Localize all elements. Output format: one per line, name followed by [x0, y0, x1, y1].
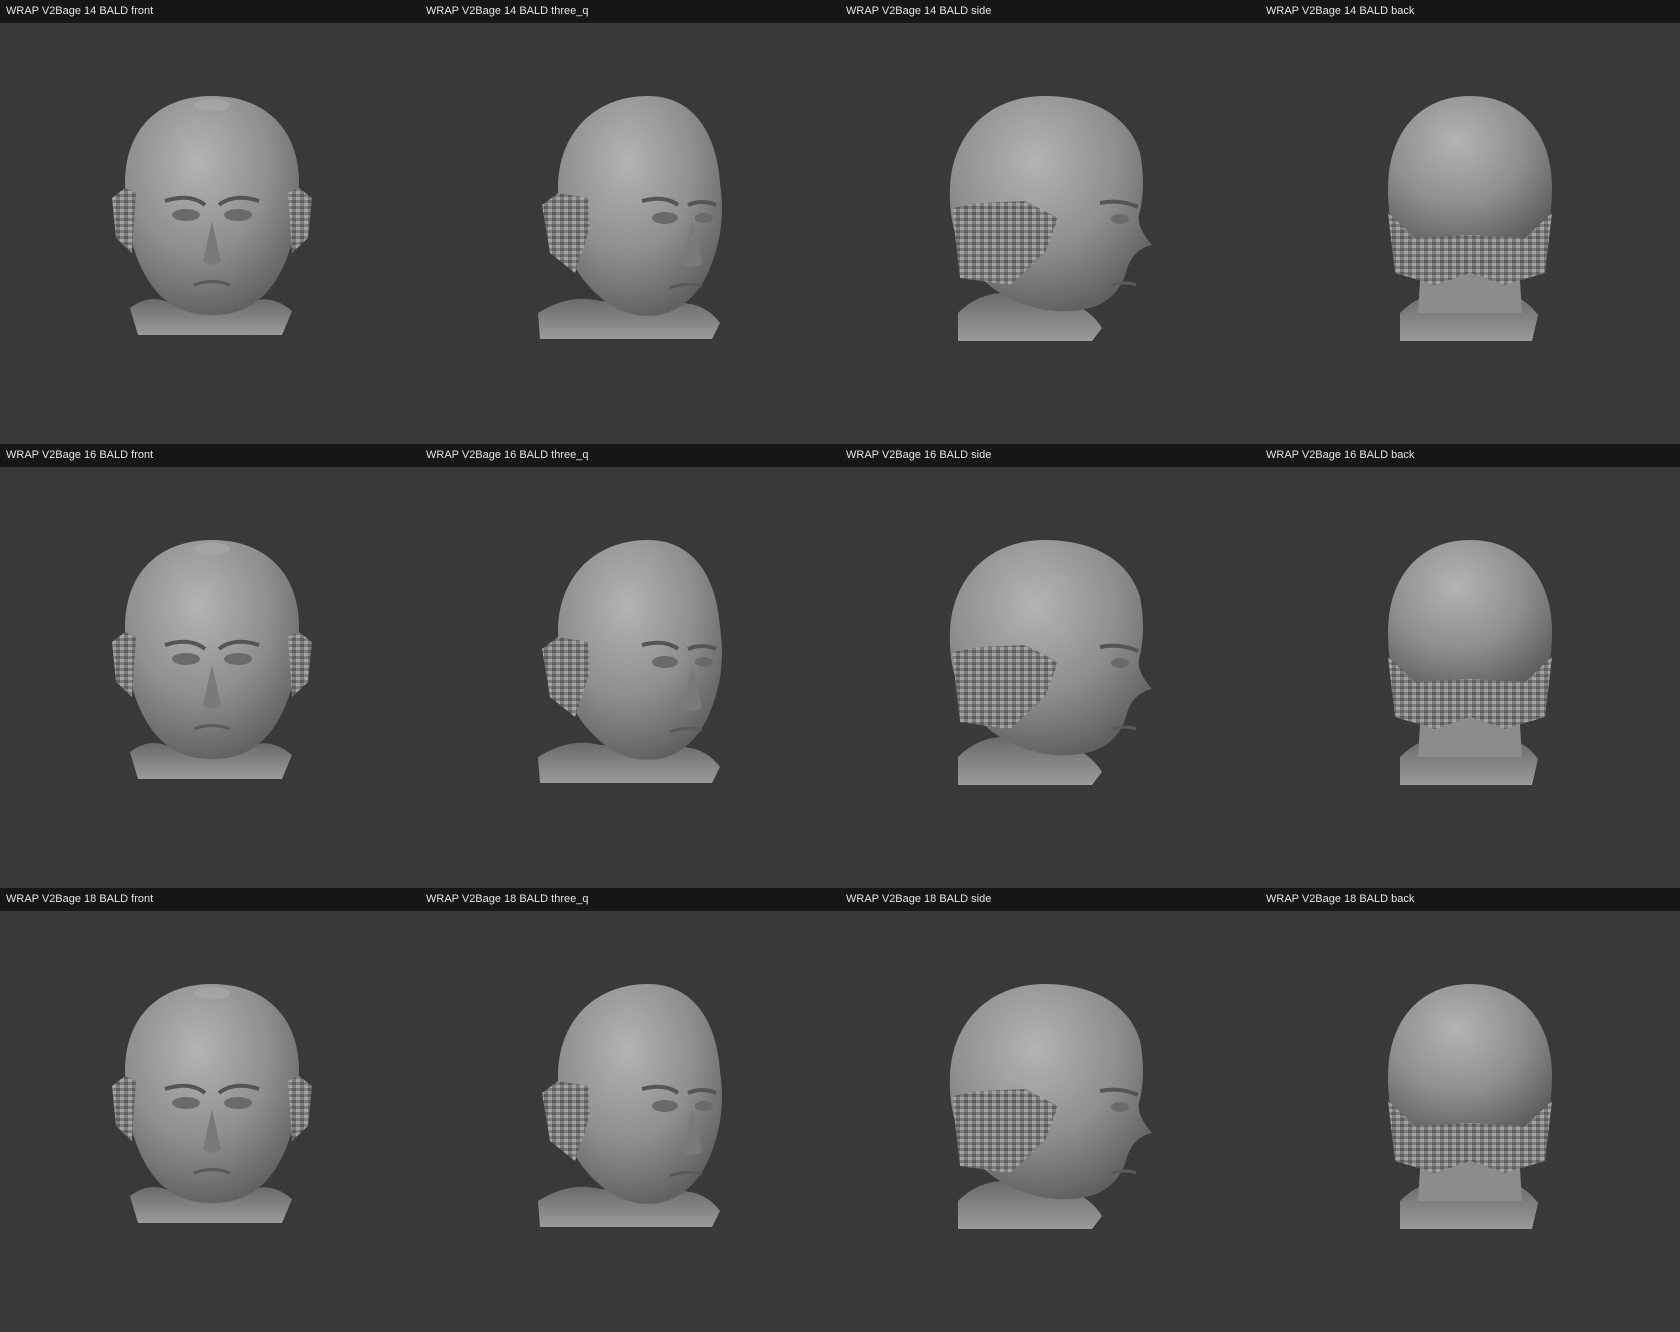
render-viewport	[1260, 467, 1680, 888]
render-label-bar: WRAP V2Bage 14 BALD three_q	[420, 0, 840, 23]
render-label: WRAP V2Bage 14 BALD side	[846, 5, 992, 17]
left-ear-rough	[112, 188, 136, 253]
crown-mark	[194, 99, 230, 111]
render-label-bar: WRAP V2Bage 16 BALD side	[840, 444, 1260, 467]
head-render-side	[949, 984, 1152, 1229]
render-viewport	[0, 467, 420, 888]
head-render-back	[1388, 984, 1552, 1229]
render-cell-age14-side: WRAP V2Bage 14 BALD side	[840, 0, 1260, 444]
render-viewport	[420, 911, 840, 1332]
head-render-back	[1388, 540, 1552, 785]
render-cell-age16-back: WRAP V2Bage 16 BALD back	[1260, 444, 1680, 888]
skull	[1388, 96, 1552, 249]
crown-mark	[194, 987, 230, 999]
render-label: WRAP V2Bage 14 BALD back	[1266, 5, 1415, 17]
skull	[1388, 540, 1552, 693]
render-label: WRAP V2Bage 18 BALD three_q	[426, 893, 589, 905]
right-ear-rough	[288, 632, 312, 697]
right-ear-rough	[288, 1076, 312, 1141]
left-eye	[172, 653, 200, 665]
render-viewport	[840, 23, 1260, 444]
render-label: WRAP V2Bage 16 BALD side	[846, 449, 992, 461]
render-viewport	[420, 467, 840, 888]
render-label: WRAP V2Bage 18 BALD back	[1266, 893, 1415, 905]
render-cell-age16-three-q: WRAP V2Bage 16 BALD three_q	[420, 444, 840, 888]
render-cell-age18-three-q: WRAP V2Bage 18 BALD three_q	[420, 888, 840, 1332]
render-label-bar: WRAP V2Bage 14 BALD side	[840, 0, 1260, 23]
render-cell-age16-front: WRAP V2Bage 16 BALD front	[0, 444, 420, 888]
render-label: WRAP V2Bage 14 BALD three_q	[426, 5, 589, 17]
render-viewport	[840, 467, 1260, 888]
head-render-back	[1388, 96, 1552, 341]
render-viewport	[840, 911, 1260, 1332]
render-viewport	[0, 23, 420, 444]
render-label-bar: WRAP V2Bage 16 BALD front	[0, 444, 420, 467]
render-label: WRAP V2Bage 18 BALD front	[6, 893, 154, 905]
head-render-front	[112, 540, 312, 779]
crown-mark	[194, 543, 230, 555]
eye	[1111, 658, 1129, 668]
eye	[695, 1101, 713, 1111]
render-label: WRAP V2Bage 14 BALD front	[6, 5, 154, 17]
render-viewport	[0, 911, 420, 1332]
render-label: WRAP V2Bage 18 BALD side	[846, 893, 992, 905]
render-label-bar: WRAP V2Bage 18 BALD front	[0, 888, 420, 911]
head-render-front	[112, 984, 312, 1223]
render-label-bar: WRAP V2Bage 16 BALD three_q	[420, 444, 840, 467]
eye	[695, 213, 713, 223]
render-label-bar: WRAP V2Bage 14 BALD back	[1260, 0, 1680, 23]
left-eye	[172, 209, 200, 221]
eye	[1111, 214, 1129, 224]
render-grid: WRAP V2Bage 14 BALD front WRAP V2Bage 14…	[0, 0, 1680, 1332]
mouth	[1111, 281, 1137, 287]
render-cell-age16-side: WRAP V2Bage 16 BALD side	[840, 444, 1260, 888]
render-label: WRAP V2Bage 16 BALD back	[1266, 449, 1415, 461]
render-label-bar: WRAP V2Bage 16 BALD back	[1260, 444, 1680, 467]
render-label-bar: WRAP V2Bage 14 BALD front	[0, 0, 420, 23]
eye	[652, 656, 678, 668]
right-ear-rough	[288, 188, 312, 253]
mouth	[1111, 725, 1137, 731]
render-viewport	[420, 23, 840, 444]
render-label: WRAP V2Bage 16 BALD front	[6, 449, 154, 461]
render-cell-age14-three-q: WRAP V2Bage 14 BALD three_q	[420, 0, 840, 444]
head-render-three-q	[538, 984, 722, 1227]
mouth	[1111, 1169, 1137, 1175]
render-viewport	[1260, 911, 1680, 1332]
head-render-side	[949, 540, 1152, 785]
render-label-bar: WRAP V2Bage 18 BALD three_q	[420, 888, 840, 911]
left-ear-rough	[112, 632, 136, 697]
left-ear-rough	[112, 1076, 136, 1141]
eye	[652, 1100, 678, 1112]
render-cell-age14-front: WRAP V2Bage 14 BALD front	[0, 0, 420, 444]
eye	[1111, 1102, 1129, 1112]
eye	[652, 212, 678, 224]
head-render-three-q	[538, 96, 722, 339]
skull	[1388, 984, 1552, 1137]
left-eye	[172, 1097, 200, 1109]
right-eye	[224, 653, 252, 665]
render-cell-age18-side: WRAP V2Bage 18 BALD side	[840, 888, 1260, 1332]
render-label-bar: WRAP V2Bage 18 BALD side	[840, 888, 1260, 911]
render-cell-age18-back: WRAP V2Bage 18 BALD back	[1260, 888, 1680, 1332]
eye	[695, 657, 713, 667]
head-render-side	[949, 96, 1152, 341]
render-cell-age14-back: WRAP V2Bage 14 BALD back	[1260, 0, 1680, 444]
head-render-three-q	[538, 540, 722, 783]
render-label: WRAP V2Bage 16 BALD three_q	[426, 449, 589, 461]
render-cell-age18-front: WRAP V2Bage 18 BALD front	[0, 888, 420, 1332]
head-render-front	[112, 96, 312, 335]
render-viewport	[1260, 23, 1680, 444]
right-eye	[224, 209, 252, 221]
render-label-bar: WRAP V2Bage 18 BALD back	[1260, 888, 1680, 911]
right-eye	[224, 1097, 252, 1109]
